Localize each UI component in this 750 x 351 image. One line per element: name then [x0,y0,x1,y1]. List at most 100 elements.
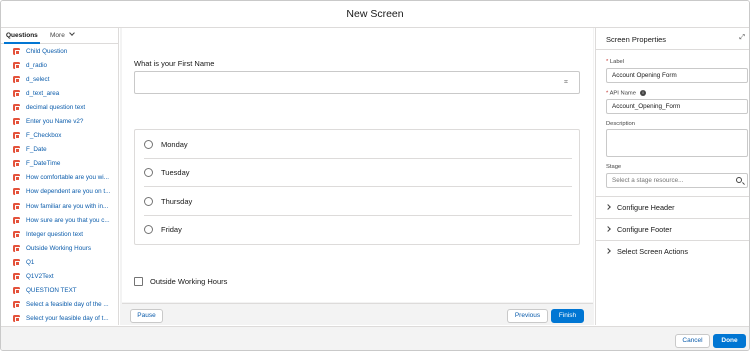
radio-option-friday[interactable]: Friday [144,216,572,245]
question-icon [13,244,20,252]
question-icon [13,216,20,224]
configure-footer-section[interactable]: Configure Footer [596,218,749,240]
question-list: Child Question d_radio d_select d_text_a… [1,44,118,325]
api-name-input[interactable]: Account_Opening_Form [606,99,748,114]
expand-icon[interactable]: ⤢ [739,34,745,42]
properties-title: Screen Properties [606,35,667,44]
stage-field-label: Stage [606,164,622,170]
question-icon [13,89,20,97]
select-screen-actions-section[interactable]: Select Screen Actions [596,240,749,262]
question-icon [13,160,20,168]
stage-placeholder: Select a stage resource... [612,177,684,184]
info-icon[interactable]: i [639,90,646,96]
question-item-label: How sure are you that you c... [26,216,110,224]
radio-button[interactable] [144,225,153,235]
radio-option-thursday[interactable]: Thursday [144,187,572,216]
question-item-label: Q1 [26,258,35,266]
question-item[interactable]: Enter you Name v2? [1,114,118,128]
question-item[interactable]: Child Question [1,44,118,58]
question-icon [13,146,20,154]
screen-preview: What is your First Name ⌗ Monday Tuesday… [122,28,593,302]
tab-more-label: More [50,32,65,39]
question-item[interactable]: Outside Working Hours [1,241,118,255]
question-icon [13,174,20,182]
radio-button[interactable] [144,139,153,149]
radio-option-monday[interactable]: Monday [144,130,572,159]
question-item[interactable]: Select a feasible day of the ... [1,298,118,312]
finish-button[interactable]: Finish [551,309,584,323]
left-panel-tabs: Questions More [1,28,118,44]
question-item-label: Outside Working Hours [26,244,91,252]
question-item-label: F_DateTime [26,160,61,168]
question-item[interactable]: Q1 [1,255,118,269]
question-item[interactable]: F_Checkbox [1,129,118,143]
question-icon [13,258,20,266]
done-button[interactable]: Done [713,334,746,348]
question-item[interactable]: d_text_area [1,86,118,100]
checkbox[interactable] [134,277,143,286]
question-icon [13,202,20,210]
description-textarea[interactable] [606,129,748,157]
outside-working-hours-checkbox-row[interactable]: Outside Working Hours [134,277,227,286]
chevron-right-icon [605,226,611,232]
question-item[interactable]: d_radio [1,58,118,72]
question-item[interactable]: Select your feasible day of t... [1,312,118,325]
radio-option-label: Monday [161,139,188,149]
question-item-label: F_Date [26,146,47,154]
question-item[interactable]: decimal question text [1,100,118,114]
section-label: Configure Header [617,203,675,212]
previous-button[interactable]: Previous [507,309,548,323]
section-label: Configure Footer [617,225,672,234]
question-item[interactable]: How comfortable are you wi... [1,171,118,185]
chevron-down-icon [68,30,75,36]
checkbox-label: Outside Working Hours [150,277,228,286]
question-icon [13,61,20,69]
question-icon [13,103,20,111]
new-screen-dialog: New Screen Questions More Child Question… [0,0,750,351]
question-item-label: How comfortable are you wi... [26,174,109,182]
radio-button[interactable] [144,196,153,206]
question-icon [13,315,20,323]
question-item-label: d_radio [26,61,48,69]
question-item[interactable]: How sure are you that you c... [1,213,118,227]
screen-canvas: What is your First Name ⌗ Monday Tuesday… [120,28,594,325]
cancel-button[interactable]: Cancel [675,334,710,348]
radio-option-tuesday[interactable]: Tuesday [144,159,572,188]
question-item-label: F_Checkbox [26,132,62,140]
question-icon [13,301,20,309]
question-item-label: Select a feasible day of the ... [26,301,109,309]
tab-more[interactable]: More [50,28,75,44]
question-item[interactable]: d_select [1,72,118,86]
question-icon [13,118,20,126]
question-item[interactable]: How dependent are you on t... [1,185,118,199]
dialog-header: New Screen [1,1,749,28]
stage-search-input[interactable]: Select a stage resource... [606,173,748,188]
question-item[interactable]: QUESTION TEXT [1,284,118,298]
radio-option-label: Friday [161,225,182,235]
first-name-question-label: What is your First Name [134,59,215,68]
question-item[interactable]: F_Date [1,143,118,157]
question-item[interactable]: Q1V2Text [1,270,118,284]
label-input[interactable]: Account Opening Form [606,68,748,83]
question-item-label: QUESTION TEXT [26,287,77,295]
configure-header-section[interactable]: Configure Header [596,196,749,218]
question-item-label: Integer question text [26,230,84,238]
merge-field-icon[interactable]: ⌗ [564,79,573,87]
question-icon [13,75,20,83]
search-icon [736,177,742,183]
pause-button[interactable]: Pause [130,309,163,323]
question-item[interactable]: How familiar are you with in... [1,199,118,213]
question-item-label: How dependent are you on t... [26,188,111,196]
question-icon [13,188,20,196]
question-item[interactable]: F_DateTime [1,157,118,171]
question-item-label: Child Question [26,47,68,55]
first-name-input[interactable]: ⌗ [134,71,580,94]
question-item[interactable]: Integer question text [1,227,118,241]
radio-option-label: Thursday [161,196,193,206]
left-panel: Questions More Child Question d_radio d_… [1,28,119,325]
tab-questions[interactable]: Questions [4,28,40,44]
radio-button[interactable] [144,168,153,178]
question-item-label: d_select [26,75,50,83]
question-item-label: d_text_area [26,89,60,97]
radio-option-label: Tuesday [161,168,190,178]
